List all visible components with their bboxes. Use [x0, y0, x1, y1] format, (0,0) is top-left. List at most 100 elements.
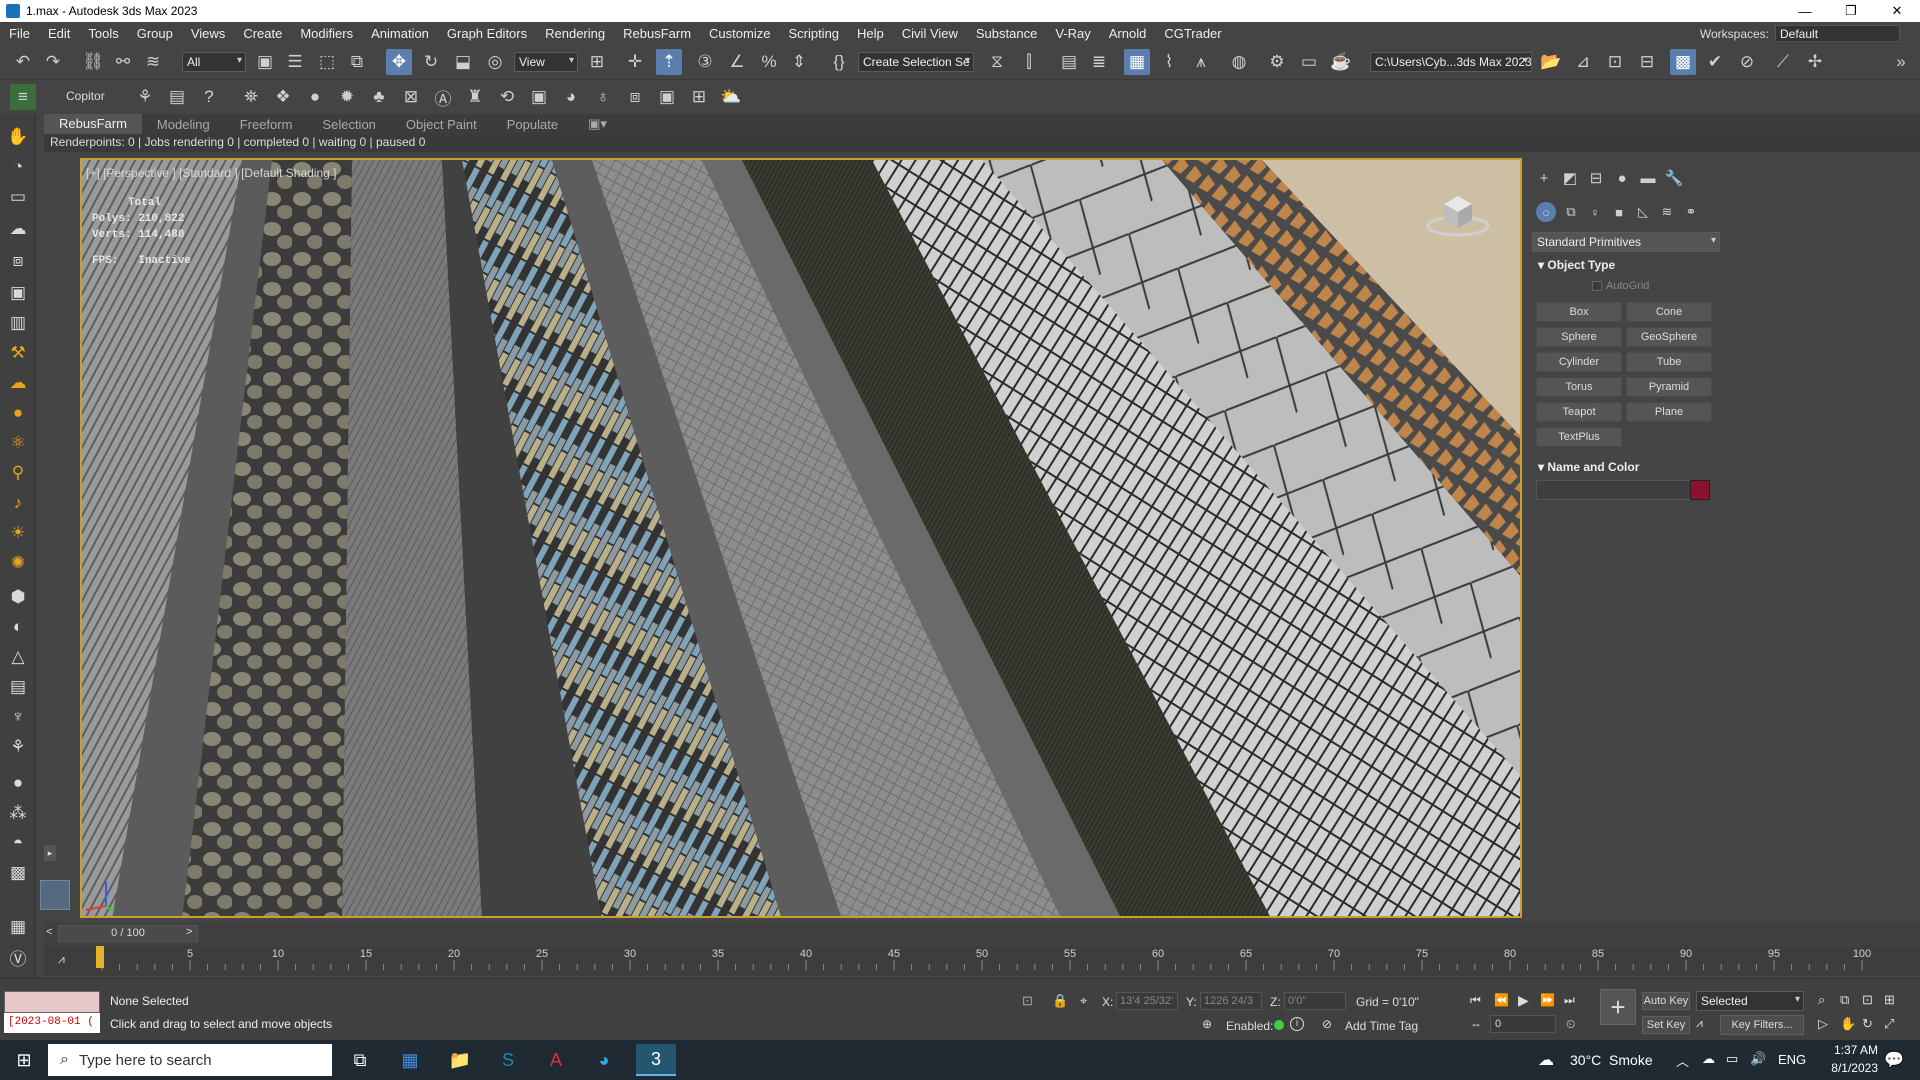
pivot-center-icon[interactable]: ⊞ — [584, 49, 610, 75]
viewport-layout-icon[interactable] — [40, 880, 70, 910]
menu-rendering[interactable]: Rendering — [536, 26, 614, 41]
object-type-rollout[interactable]: ▾ Object Type — [1534, 256, 1718, 274]
absolute-mode-icon[interactable]: ⌖ — [1080, 993, 1087, 1009]
link-icon[interactable]: ⛓ — [80, 49, 106, 75]
grid-tool-icon[interactable]: ⊞ — [686, 84, 712, 110]
edit-named-selection-icon[interactable]: {} — [826, 49, 852, 75]
select-object-icon[interactable]: ▣ — [252, 49, 278, 75]
text-icon[interactable]: Ⓐ — [430, 84, 456, 110]
box-tool-icon[interactable]: ⧈ — [622, 84, 648, 110]
create-tab-icon[interactable]: + — [1532, 168, 1556, 188]
material-editor-icon[interactable]: ◍ — [1226, 49, 1252, 75]
snaps-toggle-icon[interactable]: ③ — [692, 49, 718, 75]
camera-icon[interactable]: ▣ — [4, 280, 32, 306]
key-filters-button[interactable]: Key Filters... — [1720, 1015, 1804, 1035]
tab-rebusfarm[interactable]: RebusFarm — [44, 114, 142, 134]
menu-vray[interactable]: V-Ray — [1046, 26, 1099, 41]
perspective-viewport[interactable]: [+] [Perspective ] [Standard ] [Default … — [80, 158, 1522, 918]
time-tag-icon[interactable]: ⊘ — [1322, 1017, 1332, 1031]
menu-civil-view[interactable]: Civil View — [893, 26, 967, 41]
notification-icon[interactable]: 💬 — [1884, 1050, 1904, 1070]
camera-tools-icon[interactable]: ⛯ — [238, 84, 264, 110]
menu-customize[interactable]: Customize — [700, 26, 779, 41]
skylight-icon[interactable]: ✺ — [4, 550, 32, 576]
select-scale-icon[interactable]: ⬓ — [450, 49, 476, 75]
info-icon[interactable]: i — [1290, 1017, 1304, 1031]
paint-select-icon[interactable]: ▭ — [4, 184, 32, 210]
window-crossing-icon[interactable]: ⧉ — [344, 49, 370, 75]
adaptive-degradation-icon[interactable]: ⊕ — [1202, 1017, 1212, 1031]
sphere-button[interactable]: Sphere — [1536, 327, 1622, 347]
taskbar-search-box[interactable]: ⌕ Type here to search — [48, 1044, 332, 1076]
rendered-frame-window-icon[interactable]: ▭ — [1296, 49, 1322, 75]
ribbon-options-icon[interactable]: ▣▾ — [573, 116, 622, 132]
menu-views[interactable]: Views — [182, 26, 234, 41]
menu-modifiers[interactable]: Modifiers — [291, 26, 362, 41]
weather-text[interactable]: 30°C Smoke — [1570, 1052, 1653, 1068]
time-next-icon[interactable]: > — [186, 926, 192, 938]
open-file-icon[interactable]: 📂 — [1538, 49, 1564, 75]
name-and-color-rollout[interactable]: ▾ Name and Color — [1534, 458, 1718, 476]
pyramid-icon[interactable]: △ — [4, 644, 32, 670]
cloud-tray-icon[interactable]: ☁ — [1702, 1051, 1715, 1067]
list-icon[interactable]: ▤ — [164, 84, 190, 110]
calculator-app-icon[interactable]: ▦ — [390, 1044, 430, 1076]
maxscript-mini-listener-pink[interactable] — [4, 991, 100, 1013]
select-by-name-icon[interactable]: ☰ — [282, 49, 308, 75]
mirror-icon[interactable]: ⧖ — [984, 49, 1010, 75]
project-new-icon[interactable]: ⊟ — [1634, 49, 1660, 75]
particles-icon[interactable]: ⁂ — [4, 800, 32, 826]
project-folder-dropdown[interactable]: C:\Users\Cyb...3ds Max 2023 — [1370, 52, 1532, 72]
set-key-button[interactable]: Set Key — [1642, 1016, 1690, 1034]
tree-icon[interactable]: ♣ — [366, 84, 392, 110]
key-mode-icon[interactable]: ⇔ — [1470, 1017, 1482, 1031]
menu-animation[interactable]: Animation — [362, 26, 438, 41]
save-scene-icon[interactable]: ▩ — [1670, 49, 1696, 75]
geometry-category-icon[interactable]: ○ — [1536, 202, 1556, 222]
project-icon[interactable]: ⊿ — [1570, 49, 1596, 75]
menu-help[interactable]: Help — [848, 26, 893, 41]
box-button[interactable]: Box — [1536, 302, 1622, 322]
display-tab-icon[interactable]: ▬ — [1636, 168, 1660, 188]
rect-selection-icon[interactable]: ⬚ — [314, 49, 340, 75]
angle-snap-icon[interactable]: ∠ — [724, 49, 750, 75]
orbit-icon[interactable]: ◔ — [4, 154, 32, 180]
primitive-category-dropdown[interactable]: Standard Primitives — [1532, 232, 1720, 252]
lamp-icon[interactable]: ⚲ — [4, 460, 32, 486]
track-bar[interactable]: ⩘ 5 10 15 20 25 30 35 40 45 50 55 60 65 70 75 80 85 90 95 1… — [44, 946, 1920, 976]
select-move-icon[interactable]: ✥ — [386, 49, 412, 75]
key-set-dropdown[interactable]: Selected — [1696, 991, 1804, 1011]
time-prev-icon[interactable]: < — [46, 926, 52, 938]
play-icon[interactable]: ▶ — [1518, 992, 1529, 1009]
menu-graph-editors[interactable]: Graph Editors — [438, 26, 536, 41]
toolbar-overflow-icon[interactable]: » — [1888, 49, 1914, 75]
light-tool-icon[interactable]: ♁ — [590, 84, 616, 110]
viewcube-icon[interactable] — [1426, 190, 1490, 238]
plane-button[interactable]: Plane — [1626, 402, 1712, 422]
tab-modeling[interactable]: Modeling — [142, 117, 225, 132]
expand-arrow-icon[interactable]: ▸ — [44, 845, 56, 861]
file-explorer-icon[interactable]: 📁 — [440, 1044, 480, 1076]
x-coord-field[interactable]: 13'4 25/32' — [1116, 992, 1178, 1010]
task-view-icon[interactable]: ⧉ — [340, 1044, 380, 1076]
rotate-tool-icon[interactable]: ⟲ — [494, 84, 520, 110]
cameras-category-icon[interactable]: ■ — [1608, 202, 1630, 222]
schematic-view-icon[interactable]: ⩚ — [1188, 49, 1214, 75]
sketchup-app-icon[interactable]: S — [488, 1044, 528, 1076]
sun-light-icon[interactable]: ☀ — [4, 520, 32, 546]
tab-populate[interactable]: Populate — [492, 117, 573, 132]
tab-freeform[interactable]: Freeform — [225, 117, 308, 132]
render-setup-icon[interactable]: ⚙ — [1264, 49, 1290, 75]
workspace-dropdown[interactable]: Default — [1775, 25, 1900, 42]
sphere-helper-icon[interactable]: ● — [4, 400, 32, 426]
object-name-field[interactable] — [1536, 480, 1694, 500]
reference-coord-dropdown[interactable]: View — [514, 52, 578, 72]
isolate-selection-icon[interactable]: ⊡ — [1022, 993, 1033, 1009]
menu-file[interactable]: File — [0, 26, 39, 41]
key-tangent-icon[interactable]: ⩘ — [1696, 1016, 1703, 1031]
goto-start-icon[interactable]: ⏮ — [1470, 993, 1481, 1008]
goto-end-icon[interactable]: ⏭ — [1564, 993, 1575, 1008]
autogrid-checkbox[interactable]: AutoGrid — [1592, 280, 1649, 292]
add-time-tag[interactable]: Add Time Tag — [1345, 1019, 1418, 1033]
enabled-indicator-icon[interactable] — [1274, 1020, 1284, 1030]
